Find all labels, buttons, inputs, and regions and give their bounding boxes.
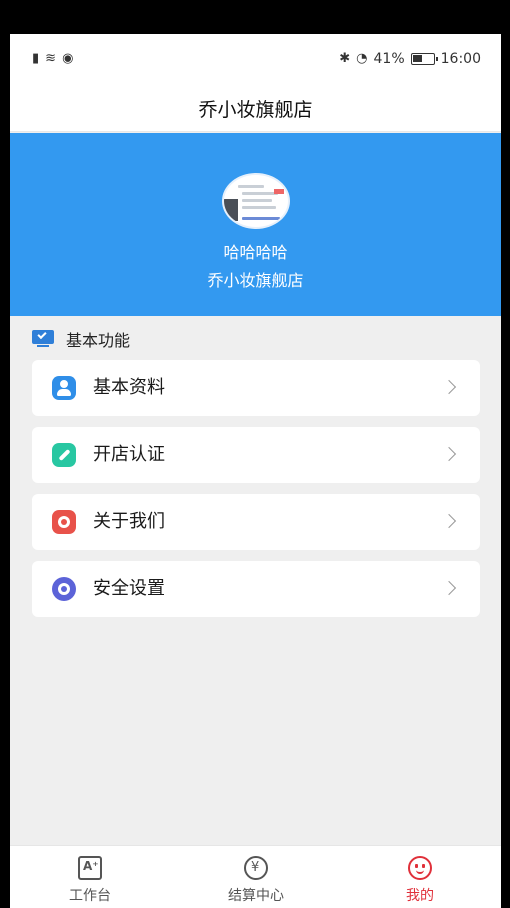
profile-header: 哈哈哈哈 乔小妆旗舰店 (10, 133, 501, 316)
tab-mine[interactable]: 我的 (360, 846, 480, 908)
security-icon (52, 577, 76, 601)
chevron-right-icon (441, 513, 457, 529)
workbench-icon: A⁺ (78, 856, 102, 880)
chevron-right-icon (441, 446, 457, 462)
menu-item-label: 关于我们 (93, 511, 165, 532)
app-screen: ▮ ≋ ◉ ✱ ◔ 41% 16:00 乔小妆旗舰店 哈哈哈哈 乔小妆旗舰店 基… (10, 34, 501, 908)
user-name: 哈哈哈哈 (223, 243, 288, 262)
menu-item-store-verification[interactable]: 开店认证 (32, 427, 480, 483)
bluetooth-icon: ✱ (339, 51, 351, 66)
wifi-icon: ≋ (45, 51, 57, 66)
page-title: 乔小妆旗舰店 (198, 99, 313, 121)
smiley-icon (408, 856, 432, 880)
shop-name: 乔小妆旗舰店 (207, 271, 304, 290)
tab-workbench[interactable]: A⁺ 工作台 (30, 846, 150, 908)
about-icon (52, 510, 76, 534)
chevron-right-icon (441, 580, 457, 596)
clock: 16:00 (440, 51, 481, 67)
tab-settlement-center[interactable]: ¥ 结算中心 (196, 846, 316, 908)
menu-item-label: 基本资料 (93, 377, 165, 398)
status-right: ✱ ◔ 41% 16:00 (339, 51, 481, 67)
profile-icon (52, 376, 76, 400)
section-header: 基本功能 (32, 327, 130, 351)
pen-icon (52, 443, 76, 467)
tab-label: 工作台 (69, 888, 111, 904)
status-bar: ▮ ≋ ◉ ✱ ◔ 41% 16:00 (10, 34, 501, 86)
menu-item-security-settings[interactable]: 安全设置 (32, 561, 480, 617)
menu-item-label: 安全设置 (93, 578, 165, 599)
menu-item-basic-info[interactable]: 基本资料 (32, 360, 480, 416)
menu-item-label: 开店认证 (93, 444, 165, 465)
tab-label: 结算中心 (228, 888, 284, 904)
tab-label: 我的 (406, 888, 434, 904)
status-left: ▮ ≋ ◉ (32, 51, 73, 67)
monitor-icon (32, 329, 54, 348)
chevron-right-icon (441, 379, 457, 395)
eye-icon: ◉ (62, 51, 74, 66)
avatar[interactable] (222, 173, 290, 229)
battery-icon (410, 53, 438, 65)
battery-percent: 41% (373, 51, 405, 67)
title-bar: 乔小妆旗舰店 (10, 86, 501, 132)
menu-item-about-us[interactable]: 关于我们 (32, 494, 480, 550)
section-title: 基本功能 (66, 331, 131, 350)
yen-icon: ¥ (244, 856, 268, 880)
data-speed-icon: ◔ (356, 51, 368, 66)
sim-alert-icon: ▮ (32, 51, 40, 66)
bottom-nav: A⁺ 工作台 ¥ 结算中心 我的 (10, 845, 501, 908)
